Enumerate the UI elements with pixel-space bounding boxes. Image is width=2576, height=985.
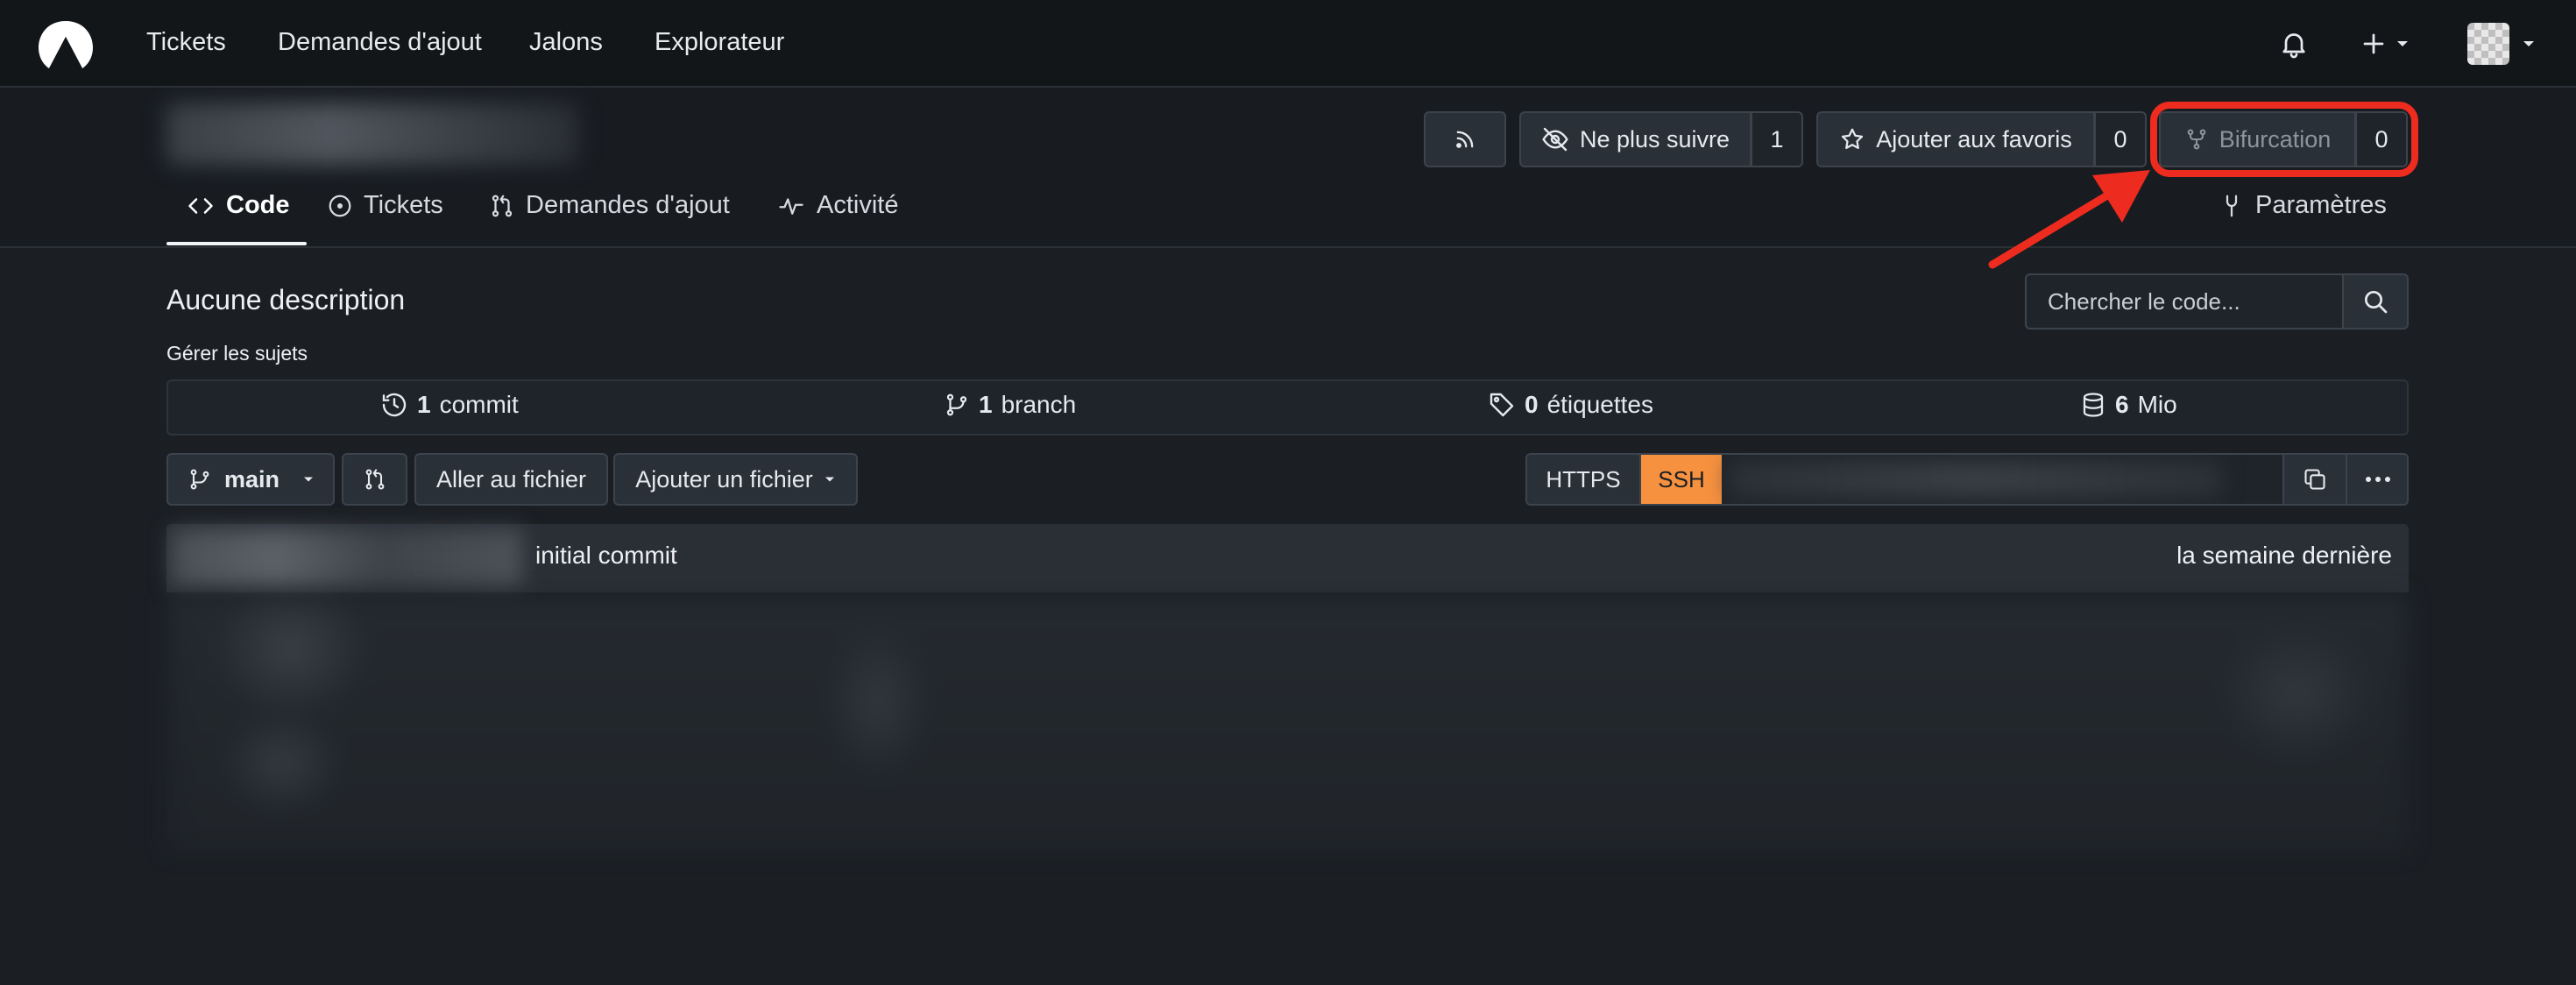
add-file-button[interactable]: Ajouter un fichier — [613, 453, 858, 506]
chevron-down-icon — [2523, 41, 2534, 46]
branches-count: 1 — [979, 391, 993, 418]
add-file-label: Ajouter un fichier — [635, 465, 813, 492]
database-icon — [2083, 393, 2104, 417]
tab-settings[interactable]: Paramètres — [2219, 191, 2387, 220]
commits-label: commit — [439, 391, 519, 418]
logo-icon[interactable] — [37, 19, 95, 70]
commits-stat[interactable]: 1 commit — [380, 391, 519, 419]
repo-title-redacted — [166, 103, 578, 165]
size-stat: 6 Mio — [2080, 391, 2177, 419]
star-icon — [1842, 128, 1864, 149]
tab-activity-label: Activité — [817, 191, 899, 219]
tab-pull-requests[interactable]: Demandes d'ajout — [489, 191, 730, 220]
manage-topics-link[interactable]: Gérer les sujets — [166, 342, 308, 365]
chevron-down-icon — [824, 477, 834, 482]
chevron-down-icon — [304, 477, 314, 482]
branch-selector[interactable]: main — [166, 453, 335, 506]
branches-stat[interactable]: 1 branch — [944, 391, 1076, 419]
eye-slash-icon — [1542, 127, 1568, 152]
annotation-arrow — [1980, 158, 2173, 280]
clone-url-box: HTTPS SSH — [1525, 453, 2409, 506]
plus-icon — [2363, 33, 2384, 54]
branch-name: main — [224, 465, 280, 492]
nav-tickets[interactable]: Tickets — [146, 28, 226, 57]
search-button[interactable] — [2342, 273, 2409, 330]
top-navbar: Tickets Demandes d'ajout Jalons Explorat… — [0, 0, 2576, 88]
user-menu[interactable] — [2467, 21, 2541, 67]
repo-description: Aucune description — [166, 284, 406, 315]
more-options-button[interactable] — [2346, 455, 2407, 504]
tab-issues-label: Tickets — [364, 191, 443, 219]
commits-count: 1 — [417, 391, 431, 418]
tab-code[interactable]: Code — [186, 191, 290, 220]
chevron-down-icon — [2397, 41, 2408, 46]
nav-milestones[interactable]: Jalons — [529, 28, 603, 57]
branch-icon — [946, 393, 967, 416]
copy-icon — [2304, 469, 2325, 490]
tab-settings-label: Paramètres — [2255, 191, 2387, 219]
go-to-file-button[interactable]: Aller au fichier — [414, 453, 608, 506]
pulse-icon — [779, 197, 803, 215]
tag-icon — [1490, 393, 1514, 417]
file-list-redacted — [168, 596, 2407, 850]
last-commit-time: la semaine dernière — [2176, 542, 2392, 569]
avatar — [2467, 23, 2509, 65]
branches-label: branch — [1001, 391, 1077, 418]
create-menu[interactable] — [2360, 28, 2422, 60]
nav-pull-requests[interactable]: Demandes d'ajout — [278, 28, 482, 57]
copy-url-button[interactable] — [2282, 455, 2346, 504]
commit-author-redacted — [172, 529, 522, 587]
compare-button[interactable] — [342, 453, 407, 506]
compare-icon — [365, 469, 384, 490]
search-placeholder: Chercher le code... — [2048, 287, 2240, 315]
tags-count: 0 — [1525, 391, 1539, 418]
search-icon — [2365, 291, 2388, 314]
bell-icon[interactable] — [2278, 28, 2310, 60]
highlight-box — [2150, 102, 2418, 177]
nav-explore[interactable]: Explorateur — [655, 28, 784, 57]
tool-icon — [2226, 195, 2238, 216]
size-unit: Mio — [2137, 391, 2177, 418]
rss-icon — [1456, 131, 1474, 148]
clone-https-button[interactable]: HTTPS — [1527, 455, 1641, 504]
tab-code-underline — [166, 242, 307, 245]
tab-code-label: Code — [226, 191, 290, 219]
code-search-input[interactable]: Chercher le code... — [2025, 273, 2344, 330]
rss-button[interactable] — [1424, 111, 1506, 167]
tab-pull-requests-label: Demandes d'ajout — [526, 191, 730, 219]
unwatch-label: Ne plus suivre — [1579, 125, 1730, 152]
unwatch-button[interactable]: Ne plus suivre — [1519, 111, 1752, 167]
last-commit-message[interactable]: initial commit — [535, 542, 677, 570]
code-icon — [188, 197, 213, 214]
issue-icon — [329, 195, 351, 216]
pull-request-icon — [492, 195, 513, 216]
tab-issues[interactable]: Tickets — [327, 191, 443, 220]
size-value: 6 — [2115, 391, 2129, 418]
branch-icon — [190, 469, 209, 490]
clone-url-redacted[interactable] — [1730, 462, 2221, 497]
watch-count[interactable]: 1 — [1751, 111, 1803, 167]
kebab-horizontal-icon — [2366, 477, 2390, 482]
clone-ssh-button[interactable]: SSH — [1641, 455, 1722, 504]
tab-activity[interactable]: Activité — [776, 191, 898, 220]
tags-label: étiquettes — [1546, 391, 1653, 418]
tags-stat[interactable]: 0 étiquettes — [1488, 391, 1653, 419]
history-icon — [382, 393, 407, 417]
star-label: Ajouter aux favoris — [1876, 125, 2072, 152]
